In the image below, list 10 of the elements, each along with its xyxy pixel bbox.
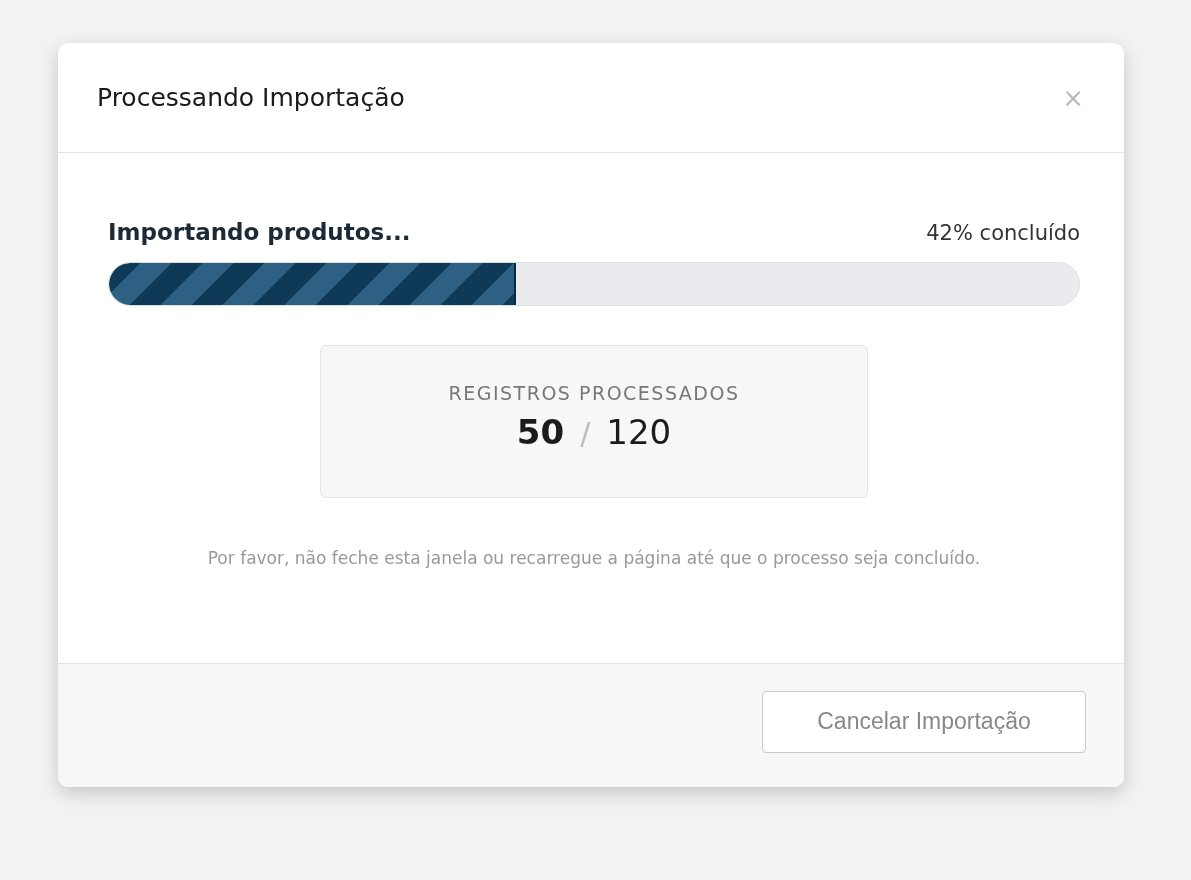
total-count: 120	[606, 412, 672, 452]
processed-count: 50	[516, 412, 565, 452]
warning-note: Por favor, não feche esta janela ou recarregue a página até que o processo seja concluído.	[206, 548, 982, 568]
close-button[interactable]: ×	[1062, 82, 1084, 113]
separator: /	[580, 416, 591, 451]
dialog-title: Processando Importação	[97, 83, 405, 112]
progress-label: Importando produtos...	[108, 219, 411, 245]
progress-reading: 42% concluído	[926, 221, 1080, 245]
stats-label: REGISTROS PROCESSADOS	[448, 382, 740, 404]
cancel-button[interactable]: Cancelar Importação	[762, 690, 1086, 753]
